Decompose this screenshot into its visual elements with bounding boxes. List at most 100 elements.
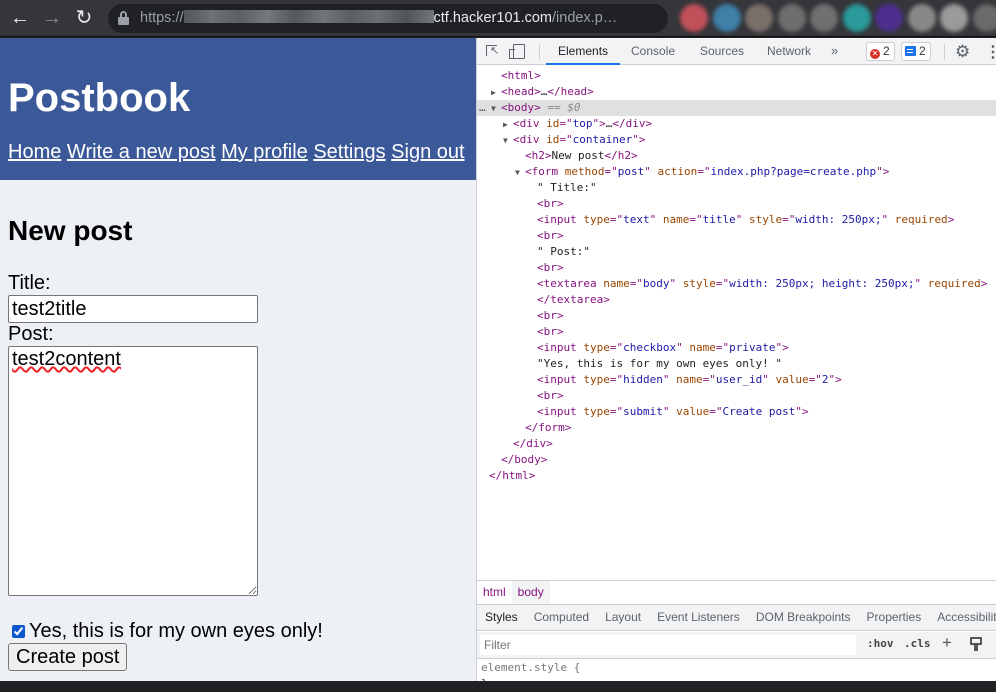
expand-triangle-icon[interactable]: ▶ (503, 117, 513, 133)
private-checkbox[interactable] (12, 625, 25, 638)
extension-icon[interactable] (973, 4, 996, 32)
cls-toggle[interactable]: .cls (904, 637, 931, 650)
forward-arrow-icon[interactable]: → (40, 7, 64, 29)
tab-sources[interactable]: Sources (700, 38, 744, 65)
breadcrumb-html[interactable]: html (477, 581, 512, 604)
nav-my-profile[interactable]: My profile (221, 141, 308, 163)
node-options-icon[interactable]: … (479, 100, 486, 116)
extension-icon[interactable] (745, 4, 773, 32)
dom-token: method (565, 165, 605, 178)
breadcrumb-body[interactable]: body (512, 581, 550, 604)
dom-node-line[interactable]: " Title:" (477, 180, 996, 196)
dom-token: <br> (537, 325, 564, 338)
reload-icon[interactable]: ↻ (72, 7, 96, 29)
message-count-badge[interactable]: 2 (901, 42, 931, 61)
dom-node-line[interactable]: </body> (477, 452, 996, 468)
tab-properties[interactable]: Properties (859, 605, 930, 630)
dom-node-line[interactable]: " Post:" (477, 244, 996, 260)
dom-node-line[interactable]: <html> (477, 68, 996, 84)
new-style-rule-icon[interactable]: + (942, 633, 952, 653)
post-body-textarea[interactable]: test2content (8, 346, 258, 596)
extension-icon[interactable] (908, 4, 936, 32)
dom-node-line[interactable]: </form> (477, 420, 996, 436)
dom-node-line[interactable]: <input type="submit" value="Create post"… (477, 404, 996, 420)
more-tabs-icon[interactable]: » (831, 38, 838, 65)
dom-node-line[interactable]: </html> (477, 468, 996, 484)
back-arrow-icon[interactable]: ← (8, 7, 32, 29)
dom-node-line[interactable]: …▼<body> == $0 (477, 100, 996, 116)
expand-triangle-icon[interactable]: ▶ (491, 85, 501, 101)
dom-node-line[interactable]: ▶<div id="top">…</div> (477, 116, 996, 132)
dom-node-line[interactable]: <input type="hidden" name="user_id" valu… (477, 372, 996, 388)
dom-token: " (881, 213, 894, 226)
dom-node-line[interactable]: <br> (477, 196, 996, 212)
collapse-triangle-icon[interactable]: ▼ (491, 101, 501, 117)
nav-write-post[interactable]: Write a new post (67, 141, 216, 163)
extension-icon[interactable] (940, 4, 968, 32)
dom-token: <head> (501, 85, 541, 98)
nav-home[interactable]: Home (8, 141, 61, 163)
dom-node-line[interactable]: <textarea name="body" style="width: 250p… (477, 276, 996, 292)
dom-token: style (749, 213, 782, 226)
dom-node-line[interactable]: </textarea> (477, 292, 996, 308)
collapse-triangle-icon[interactable]: ▼ (503, 133, 513, 149)
dom-node-line[interactable]: ▼<form method="post" action="index.php?p… (477, 164, 996, 180)
tab-dom-breakpoints[interactable]: DOM Breakpoints (748, 605, 859, 630)
device-toolbar-icon[interactable] (513, 44, 525, 59)
gear-icon[interactable]: ⚙ (955, 42, 970, 62)
dom-node-line[interactable]: <br> (477, 308, 996, 324)
inspect-element-icon[interactable] (486, 45, 497, 56)
dom-token: </head> (547, 85, 593, 98)
create-post-button[interactable]: Create post (8, 643, 127, 671)
tab-accessibility[interactable]: Accessibility (929, 605, 996, 630)
extension-icon[interactable] (778, 4, 806, 32)
page-title: New post (8, 215, 468, 247)
nav-sign-out[interactable]: Sign out (391, 141, 464, 163)
url-text[interactable]: https://ctf.hacker101.com/index.p… (140, 10, 617, 26)
tab-layout[interactable]: Layout (597, 605, 649, 630)
dom-node-line[interactable]: "Yes, this is for my own eyes only! " (477, 356, 996, 372)
hov-toggle[interactable]: :hov (867, 637, 894, 650)
more-options-icon[interactable]: ⋮ (985, 42, 996, 62)
dom-token: "> (593, 117, 606, 130)
extension-icon[interactable] (810, 4, 838, 32)
dom-node-line[interactable]: <h2>New post</h2> (477, 148, 996, 164)
dom-node-line[interactable]: <br> (477, 388, 996, 404)
lock-icon[interactable] (118, 11, 128, 25)
dom-node-line[interactable]: ▶<head>…</head> (477, 84, 996, 100)
dom-token: =" (697, 165, 710, 178)
tab-network[interactable]: Network (767, 38, 811, 65)
extension-icon[interactable] (680, 4, 708, 32)
extension-icon[interactable] (875, 4, 903, 32)
tab-console[interactable]: Console (631, 38, 675, 65)
dom-node-line[interactable]: <br> (477, 260, 996, 276)
dom-token: action (658, 165, 698, 178)
dom-token: <br> (537, 389, 564, 402)
nav-settings[interactable]: Settings (313, 141, 385, 163)
dom-token: </html> (489, 469, 535, 482)
tab-computed[interactable]: Computed (526, 605, 597, 630)
dom-node-line[interactable]: </div> (477, 436, 996, 452)
dom-node-line[interactable]: ▼<div id="container"> (477, 132, 996, 148)
tab-styles[interactable]: Styles (477, 605, 526, 631)
extension-icon[interactable] (713, 4, 741, 32)
element-style-rule[interactable]: element.style {} (481, 660, 580, 692)
address-bar[interactable]: https://ctf.hacker101.com/index.p… < ☆ (108, 4, 668, 33)
dom-token: <br> (537, 197, 564, 210)
dom-token: " (915, 277, 928, 290)
dom-node-line[interactable]: <input type="checkbox" name="private"> (477, 340, 996, 356)
collapse-triangle-icon[interactable]: ▼ (515, 165, 525, 181)
dom-node-line[interactable]: <br> (477, 324, 996, 340)
computed-styles-toggle-icon[interactable] (970, 637, 982, 651)
dom-node-line[interactable]: <input type="text" name="title" style="w… (477, 212, 996, 228)
dom-token: =" (610, 405, 623, 418)
dom-token: " (676, 341, 689, 354)
tab-event-listeners[interactable]: Event Listeners (649, 605, 748, 630)
extension-icon[interactable] (843, 4, 871, 32)
title-input[interactable] (8, 295, 258, 323)
browser-toolbar: ← → ↻ https://ctf.hacker101.com/index.p…… (0, 0, 996, 37)
styles-filter-input[interactable] (480, 635, 856, 655)
tab-elements[interactable]: Elements (546, 38, 620, 65)
dom-node-line[interactable]: <br> (477, 228, 996, 244)
error-count-badge[interactable]: ✕2 (866, 42, 895, 61)
